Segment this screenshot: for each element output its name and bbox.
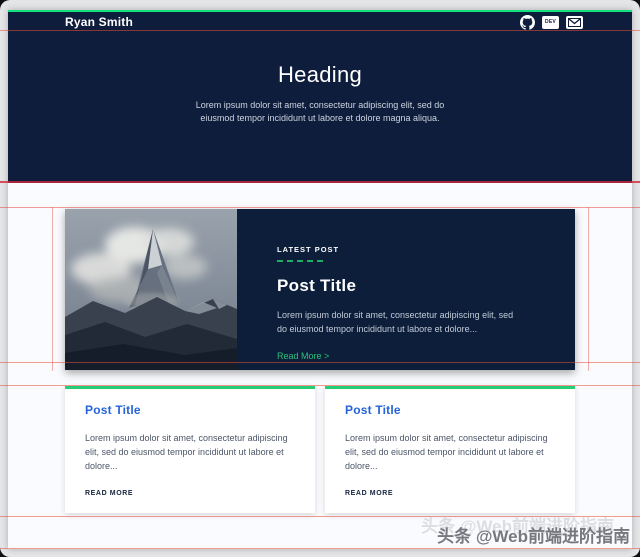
- post-title: Post Title: [85, 403, 141, 417]
- hero-title: Heading: [277, 62, 363, 87]
- eyebrow-underline: [277, 260, 323, 262]
- hero-section: Heading Lorem ipsum dolor sit amet, cons…: [8, 32, 632, 183]
- dev-badge-icon[interactable]: DEV: [542, 15, 559, 29]
- navbar-icons: DEV: [520, 14, 583, 30]
- featured-read-more-link[interactable]: Read More >: [277, 351, 329, 361]
- site-brand-link[interactable]: Ryan Smith: [65, 15, 133, 29]
- dev-badge-label: DEV: [545, 19, 556, 25]
- hero-subtitle: Lorem ipsum dolor sit amet, consectetur …: [195, 100, 445, 123]
- post-title: Post Title: [345, 403, 401, 417]
- post-excerpt: Lorem ipsum dolor sit amet, consectetur …: [345, 433, 548, 471]
- mail-icon[interactable]: [566, 15, 583, 29]
- watermark: 头条 @Web前端进阶指南: [437, 527, 630, 546]
- read-more-link[interactable]: READ MORE: [345, 490, 393, 497]
- post-excerpt: Lorem ipsum dolor sit amet, consectetur …: [85, 433, 288, 471]
- featured-post-title: Post Title: [277, 276, 357, 295]
- latest-post-eyebrow: LATEST POST: [277, 245, 340, 254]
- featured-post-image: [65, 209, 237, 370]
- read-more-link[interactable]: READ MORE: [85, 490, 133, 497]
- featured-post-body: LATEST POST Post Title Lorem ipsum dolor…: [237, 209, 537, 370]
- featured-post-excerpt: Lorem ipsum dolor sit amet, consectetur …: [277, 310, 514, 334]
- screenshot-frame: Ryan Smith DEV Heading Lorem ipsum dolor…: [0, 0, 640, 557]
- post-card-2[interactable]: Post Title Lorem ipsum dolor sit amet, c…: [325, 386, 575, 513]
- github-icon[interactable]: [520, 14, 535, 30]
- post-card-1[interactable]: Post Title Lorem ipsum dolor sit amet, c…: [65, 386, 315, 513]
- featured-post-card[interactable]: LATEST POST Post Title Lorem ipsum dolor…: [65, 209, 575, 370]
- navbar: Ryan Smith DEV: [8, 10, 632, 32]
